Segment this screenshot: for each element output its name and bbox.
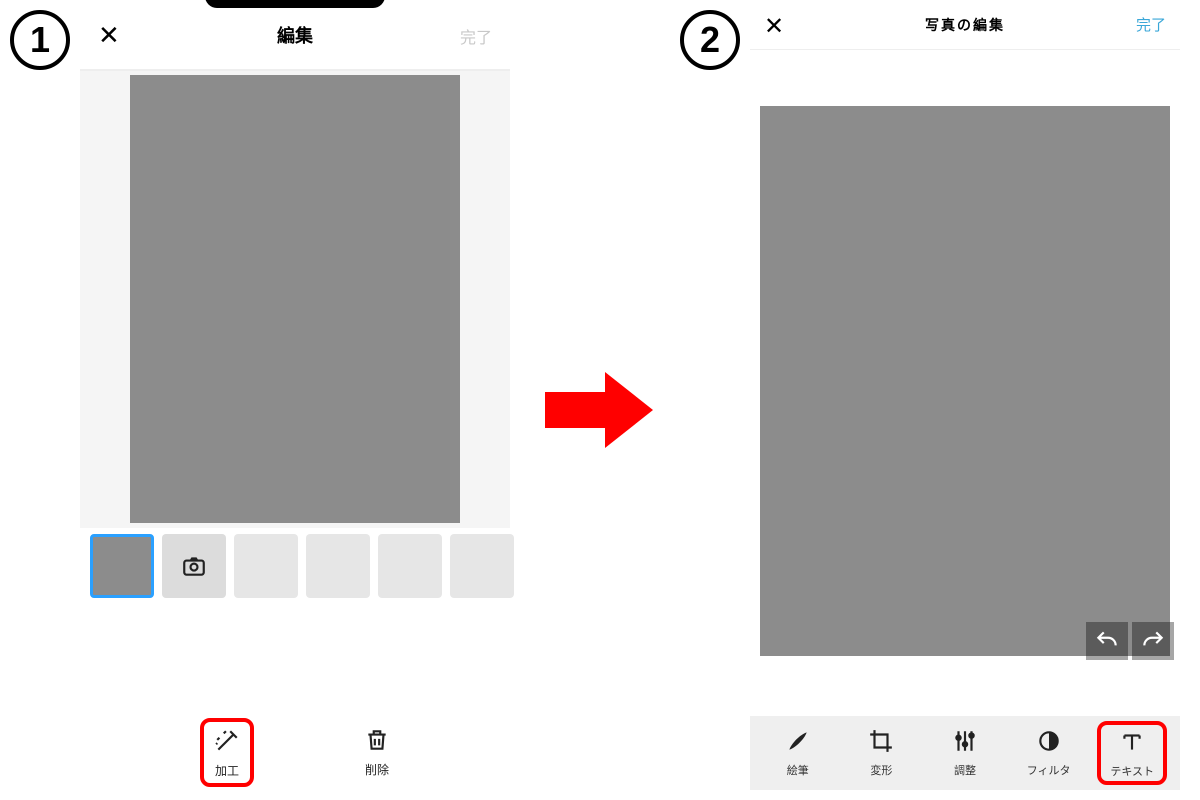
thumbnail-empty[interactable] <box>450 534 514 598</box>
transform-label: 変形 <box>870 762 892 778</box>
process-label: 加工 <box>215 762 239 779</box>
camera-icon <box>181 553 207 579</box>
brush-icon <box>785 728 811 758</box>
adjust-tool[interactable]: 調整 <box>930 728 1000 778</box>
crop-icon <box>868 728 894 758</box>
close-button[interactable]: ✕ <box>764 12 784 41</box>
edit-screen: ✕ 編集 完了 加工 削除 <box>80 0 510 800</box>
header: ✕ 編集 完了 <box>80 0 510 70</box>
done-button[interactable]: 完了 <box>1136 14 1166 35</box>
step-badge-2: 2 <box>680 10 740 70</box>
bottom-toolbar: 加工 削除 <box>80 714 510 790</box>
undo-button[interactable] <box>1086 622 1128 660</box>
thumbnail-strip <box>80 528 510 604</box>
edit-toolbar: 絵筆 変形 調整 フィルタ テキスト <box>750 716 1180 790</box>
undo-redo-group <box>1086 622 1174 660</box>
brush-tool[interactable]: 絵筆 <box>763 728 833 778</box>
thumbnail-add-camera[interactable] <box>162 534 226 598</box>
sliders-icon <box>952 728 978 758</box>
text-icon <box>1119 729 1145 759</box>
filter-label: フィルタ <box>1027 762 1071 778</box>
transform-tool[interactable]: 変形 <box>846 728 916 778</box>
header-title: 編集 <box>277 22 313 48</box>
image-canvas-area <box>80 70 510 528</box>
photo-edit-screen: ✕ 写真の編集 完了 絵筆 変形 <box>750 0 1180 800</box>
filter-tool[interactable]: フィルタ <box>1014 728 1084 778</box>
text-label: テキスト <box>1110 763 1154 779</box>
undo-icon <box>1094 628 1120 654</box>
thumbnail-empty[interactable] <box>378 534 442 598</box>
delete-button[interactable]: 削除 <box>364 727 390 778</box>
delete-label: 削除 <box>365 761 389 778</box>
redo-button[interactable] <box>1132 622 1174 660</box>
text-tool[interactable]: テキスト <box>1097 721 1167 785</box>
brush-label: 絵筆 <box>787 762 809 778</box>
wand-icon <box>214 728 240 758</box>
adjust-label: 調整 <box>954 762 976 778</box>
close-button[interactable]: ✕ <box>98 22 120 48</box>
thumbnail-selected[interactable] <box>90 534 154 598</box>
image-canvas[interactable] <box>130 75 460 523</box>
header-title: 写真の編集 <box>925 15 1005 35</box>
step-badge-1: 1 <box>10 10 70 70</box>
thumbnail-empty[interactable] <box>234 534 298 598</box>
done-button-disabled: 完了 <box>460 24 492 48</box>
header: ✕ 写真の編集 完了 <box>750 0 1180 50</box>
thumbnail-empty[interactable] <box>306 534 370 598</box>
redo-icon <box>1140 628 1166 654</box>
filter-icon <box>1036 728 1062 758</box>
image-canvas[interactable] <box>760 106 1170 656</box>
trash-icon <box>364 727 390 757</box>
process-button[interactable]: 加工 <box>200 718 254 787</box>
